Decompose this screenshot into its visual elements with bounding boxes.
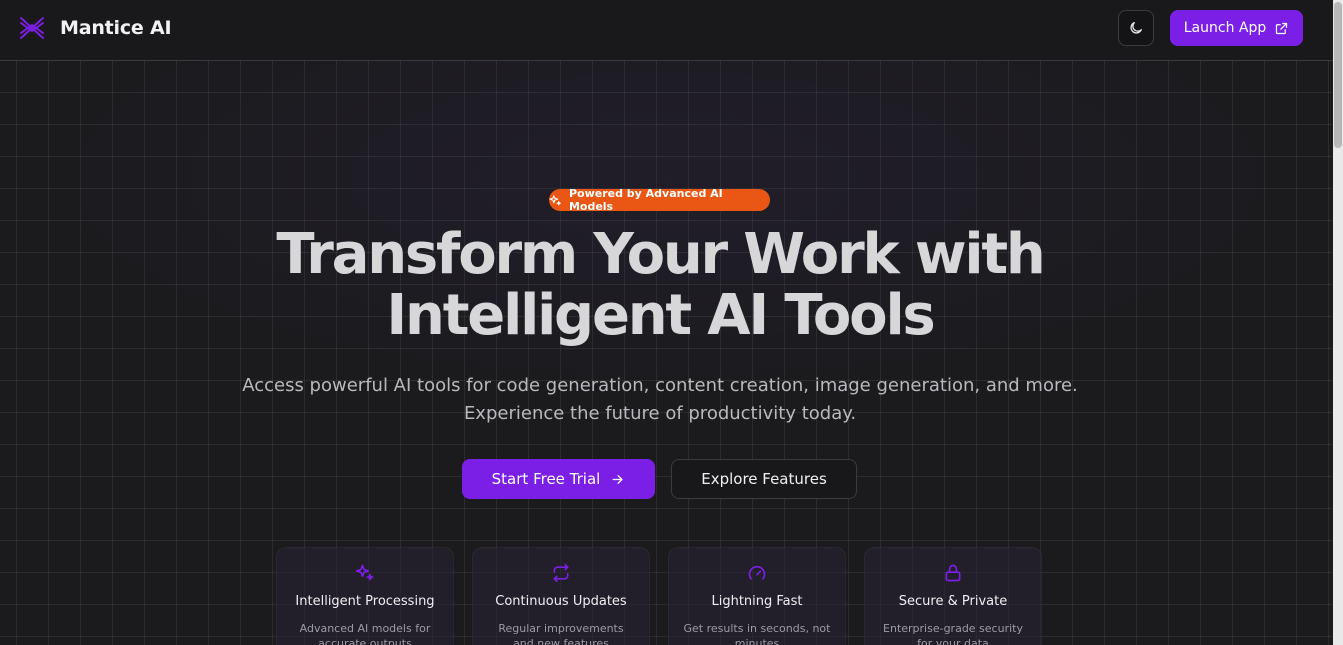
brand-name: Mantice AI bbox=[60, 17, 172, 39]
feature-card-secure-private: Secure & Private Enterprise-grade securi… bbox=[864, 547, 1042, 645]
feature-description: Regular improvements and new features bbox=[498, 622, 624, 645]
mantice-logo-icon bbox=[20, 17, 44, 39]
feature-card-intelligent-processing: Intelligent Processing Advanced AI model… bbox=[276, 547, 454, 645]
badge-text: Powered by Advanced AI Models bbox=[568, 187, 723, 213]
sparkles-icon bbox=[549, 194, 561, 205]
feature-title: Secure & Private bbox=[898, 594, 1008, 609]
feature-title: Intelligent Processing bbox=[295, 594, 435, 609]
sparkles-icon bbox=[355, 564, 374, 581]
external-link-icon bbox=[1276, 22, 1288, 34]
feature-card-continuous-updates: Continuous Updates Regular improvements … bbox=[472, 547, 650, 645]
feature-description: Get results in seconds, not minutes bbox=[683, 622, 831, 645]
hero-headline: Transform Your Work with Intelligent AI … bbox=[200, 224, 1120, 346]
headline-line-1: Transform Your Work with bbox=[276, 222, 1045, 287]
arrow-right-icon bbox=[612, 474, 623, 484]
moon-icon bbox=[1130, 22, 1142, 34]
feature-description: Enterprise-grade security for your data bbox=[883, 622, 1023, 645]
feature-description: Advanced AI models for accurate outputs bbox=[299, 622, 431, 645]
start-free-trial-label: Start Free Trial bbox=[491, 470, 601, 488]
logo[interactable]: Mantice AI bbox=[19, 15, 172, 41]
top-navbar: Mantice AI Launch App bbox=[0, 0, 1333, 61]
theme-toggle-button[interactable] bbox=[1118, 10, 1154, 46]
start-free-trial-button[interactable]: Start Free Trial bbox=[462, 459, 655, 499]
headline-line-2: Intelligent AI Tools bbox=[386, 283, 935, 348]
explore-features-label: Explore Features bbox=[701, 470, 827, 488]
feature-cards: Intelligent Processing Advanced AI model… bbox=[0, 547, 1333, 645]
feature-card-lightning-fast: Lightning Fast Get results in seconds, n… bbox=[668, 547, 846, 645]
explore-features-button[interactable]: Explore Features bbox=[671, 459, 857, 499]
powered-by-badge: Powered by Advanced AI Models bbox=[549, 187, 770, 213]
launch-app-label: Launch App bbox=[1183, 20, 1267, 36]
gauge-icon bbox=[748, 565, 766, 580]
hero-section: Powered by Advanced AI Models Transform … bbox=[0, 61, 1333, 645]
repeat-icon bbox=[553, 563, 569, 583]
scrollbar-thumb[interactable] bbox=[1334, 2, 1342, 148]
feature-title: Lightning Fast bbox=[711, 594, 803, 609]
landing-page: Mantice AI Launch App Powered by Advance… bbox=[0, 0, 1343, 645]
lock-icon bbox=[945, 564, 961, 582]
vertical-scrollbar[interactable] bbox=[1333, 0, 1343, 645]
feature-title: Continuous Updates bbox=[495, 594, 627, 609]
hero-subtitle: Access powerful AI tools for code genera… bbox=[242, 375, 1078, 424]
launch-app-button[interactable]: Launch App bbox=[1170, 10, 1303, 46]
